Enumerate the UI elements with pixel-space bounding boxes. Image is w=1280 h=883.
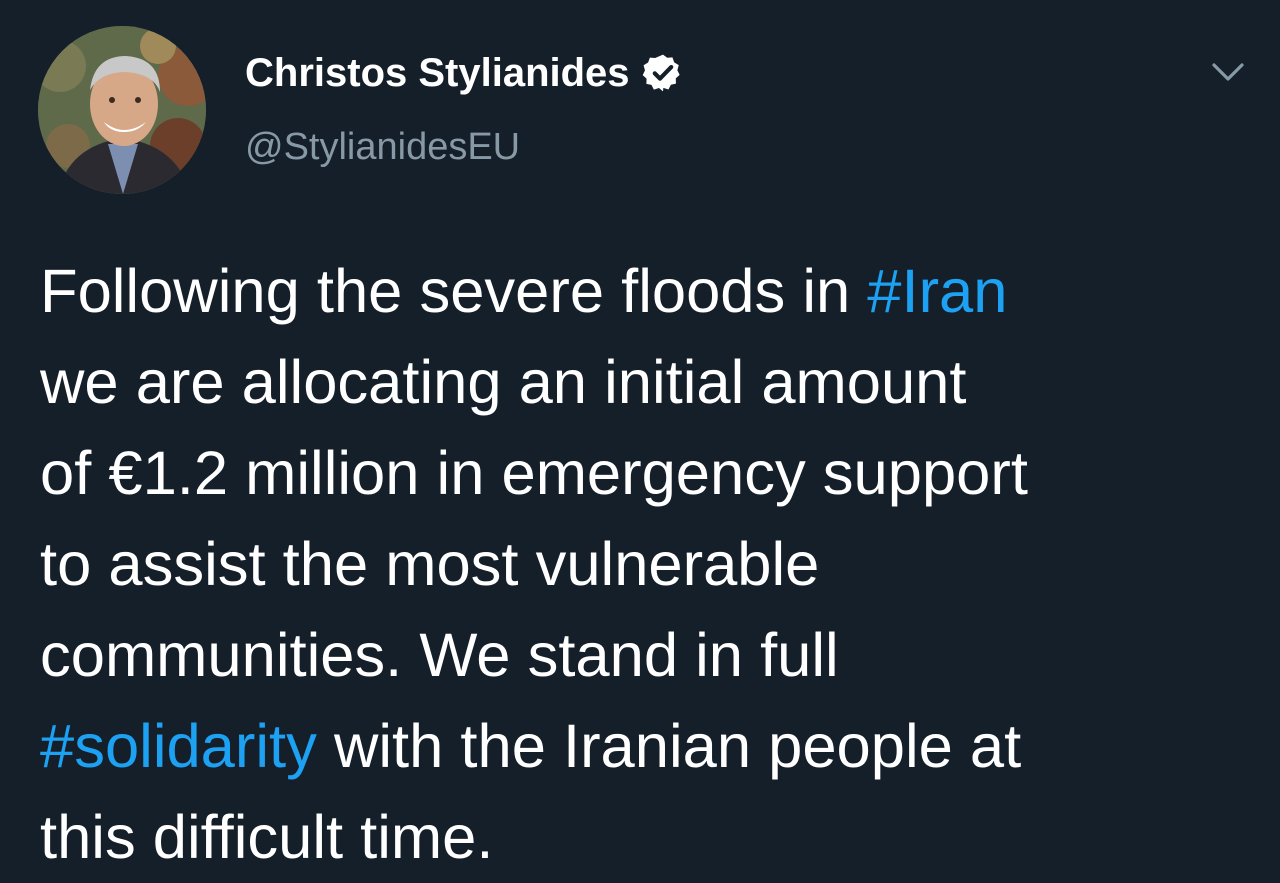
tweet-text-segment: communities. We stand in full (40, 621, 839, 690)
tweet-line: communities. We stand in full (40, 610, 1260, 701)
hashtag-link[interactable]: #solidarity (40, 712, 317, 781)
chevron-down-icon[interactable] (1206, 54, 1250, 90)
user-handle[interactable]: @StylianidesEU (245, 126, 520, 169)
tweet-text-segment: to assist the most vulnerable (40, 530, 820, 599)
tweet-text-segment: this difficult time. (40, 803, 494, 872)
tweet-text-segment: with the Iranian people at (316, 712, 1022, 781)
profile-photo-icon (38, 26, 206, 194)
tweet-line: of €1.2 million in emergency support (40, 428, 1260, 519)
tweet-line: this difficult time. (40, 792, 1260, 883)
tweet-line: Following the severe floods in #Iran (40, 246, 1260, 337)
hashtag-link[interactable]: #Iran (867, 257, 1007, 326)
avatar[interactable] (38, 26, 206, 194)
tweet-card: Christos Stylianides @StylianidesEU Foll… (0, 0, 1280, 879)
tweet-text-segment: Following the severe floods in (40, 257, 868, 326)
tweet-line: to assist the most vulnerable (40, 519, 1260, 610)
author-name-row[interactable]: Christos Stylianides (245, 48, 684, 98)
display-name[interactable]: Christos Stylianides (245, 51, 630, 96)
tweet-text: Following the severe floods in #Iran we … (40, 246, 1260, 883)
tweet-line: we are allocating an initial amount (40, 337, 1260, 428)
tweet-line: #solidarity with the Iranian people at (40, 701, 1260, 792)
tweet-text-segment: of €1.2 million in emergency support (40, 439, 1028, 508)
tweet-text-segment: we are allocating an initial amount (40, 348, 967, 417)
verified-badge-icon (642, 52, 684, 94)
